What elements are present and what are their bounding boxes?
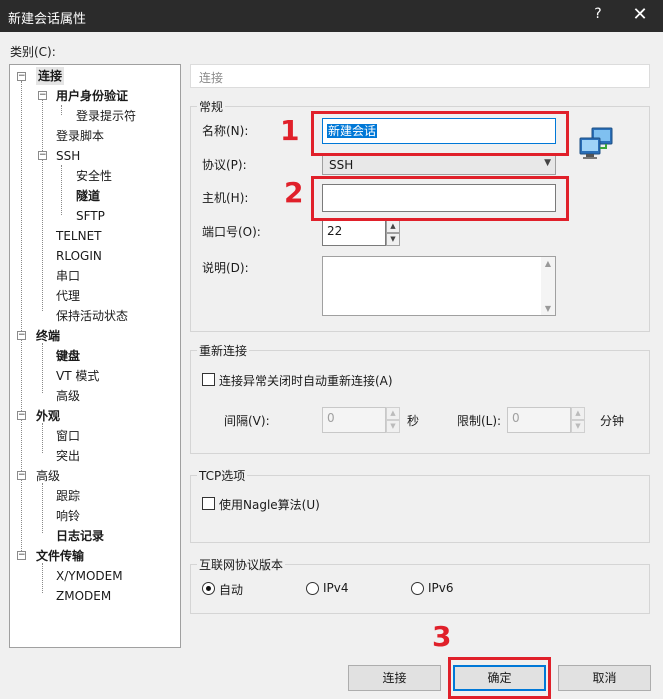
tree-item-ssh[interactable]: SSH: [56, 147, 80, 165]
tree-line: [42, 423, 43, 453]
tree-item-keepalive[interactable]: 保持活动状态: [56, 307, 128, 325]
close-icon[interactable]: ✕: [628, 4, 652, 25]
collapse-icon[interactable]: −: [38, 91, 47, 100]
scroll-down-icon[interactable]: ▼: [541, 304, 555, 313]
tree-item-appearance[interactable]: 外观: [36, 407, 60, 425]
spin-up-icon[interactable]: ▲: [386, 220, 400, 233]
reconnect-group: 重新连接: [190, 342, 650, 454]
radio-auto-label: 自动: [219, 583, 244, 597]
cancel-button[interactable]: 取消: [558, 665, 651, 691]
annotation-number-1: 1: [280, 114, 300, 147]
collapse-icon[interactable]: −: [17, 411, 26, 420]
limit-label: 限制(L):: [457, 414, 502, 428]
nagle-label: 使用Nagle算法(U): [219, 498, 320, 512]
tree-item-trace[interactable]: 跟踪: [56, 487, 80, 505]
tree-item-serial[interactable]: 串口: [56, 267, 80, 285]
description-field[interactable]: ▲ ▼: [322, 256, 556, 316]
tree-line: [61, 105, 62, 115]
annotation-box-3: [448, 657, 551, 699]
reconnect-group-title: 重新连接: [197, 342, 250, 359]
spin-up-icon[interactable]: ▲: [571, 407, 585, 420]
radio-ipv4-label: IPv4: [323, 581, 349, 595]
tree-item-file-transfer[interactable]: 文件传输: [36, 547, 84, 565]
tree-line: [42, 95, 43, 311]
auto-reconnect-checkbox[interactable]: [202, 373, 215, 386]
annotation-box-1: [311, 111, 569, 156]
tree-item-zmodem[interactable]: ZMODEM: [56, 587, 111, 605]
tree-item-terminal-advanced[interactable]: 高级: [56, 387, 80, 405]
section-header: 连接: [190, 64, 650, 88]
protocol-value: SSH: [329, 158, 354, 172]
title-bar: 新建会话属性 ? ✕: [0, 0, 663, 32]
spin-down-icon[interactable]: ▼: [571, 420, 585, 433]
protocol-select[interactable]: SSH ▼: [322, 155, 556, 175]
chevron-down-icon: ▼: [544, 158, 551, 168]
spin-down-icon[interactable]: ▼: [386, 233, 400, 246]
annotation-number-3: 3: [432, 620, 452, 653]
interval-label: 间隔(V):: [224, 414, 270, 428]
collapse-icon[interactable]: −: [17, 551, 26, 560]
general-group-title: 常规: [197, 98, 226, 115]
tree-item-window[interactable]: 窗口: [56, 427, 80, 445]
tree-item-security[interactable]: 安全性: [76, 167, 112, 185]
collapse-icon[interactable]: −: [38, 151, 47, 160]
tcp-group-title: TCP选项: [197, 467, 248, 484]
radio-auto[interactable]: [202, 582, 215, 595]
tree-item-tunnel[interactable]: 隧道: [76, 187, 100, 205]
auto-reconnect-label: 连接异常关闭时自动重新连接(A): [219, 374, 393, 388]
protocol-label: 协议(P):: [202, 158, 247, 172]
port-label: 端口号(O):: [202, 225, 261, 239]
description-label: 说明(D):: [202, 261, 249, 275]
port-field[interactable]: 22: [322, 220, 386, 246]
host-label: 主机(H):: [202, 191, 249, 205]
annotation-number-2: 2: [284, 176, 304, 209]
ip-version-group-title: 互联网协议版本: [197, 556, 286, 573]
annotation-box-2: [311, 176, 569, 221]
scroll-up-icon[interactable]: ▲: [541, 259, 555, 268]
tree-line: [61, 165, 62, 215]
computer-network-icon: [579, 127, 613, 159]
radio-ipv6[interactable]: [411, 582, 424, 595]
tree-item-logging[interactable]: 日志记录: [56, 527, 104, 545]
tree-item-bell[interactable]: 响铃: [56, 507, 80, 525]
tree-line: [42, 483, 43, 533]
category-tree[interactable]: − − − − − − − 连接 用户身份验证 登录提示符 登录脚本 SSH 安…: [9, 64, 181, 648]
tree-item-auth[interactable]: 用户身份验证: [56, 87, 128, 105]
tree-item-connection[interactable]: 连接: [36, 67, 65, 85]
radio-ipv4[interactable]: [306, 582, 319, 595]
limit-unit: 分钟: [600, 414, 625, 428]
spin-down-icon[interactable]: ▼: [386, 420, 400, 433]
limit-field[interactable]: 0: [507, 407, 571, 433]
tree-item-proxy[interactable]: 代理: [56, 287, 80, 305]
tree-line: [21, 81, 22, 557]
name-label: 名称(N):: [202, 124, 249, 138]
spin-up-icon[interactable]: ▲: [386, 407, 400, 420]
connect-button[interactable]: 连接: [348, 665, 441, 691]
scrollbar[interactable]: ▲ ▼: [541, 257, 555, 315]
tree-item-sftp[interactable]: SFTP: [76, 207, 105, 225]
collapse-icon[interactable]: −: [17, 72, 26, 81]
help-icon[interactable]: ?: [588, 6, 608, 22]
tree-item-telnet[interactable]: TELNET: [56, 227, 102, 245]
tree-item-highlight[interactable]: 突出: [56, 447, 80, 465]
tree-item-login-script[interactable]: 登录脚本: [56, 127, 104, 145]
tree-item-vt-mode[interactable]: VT 模式: [56, 367, 99, 385]
interval-unit: 秒: [407, 414, 420, 428]
tree-item-xymodem[interactable]: X/YMODEM: [56, 567, 123, 585]
window-title: 新建会话属性: [8, 12, 87, 27]
tree-item-login-prompt[interactable]: 登录提示符: [76, 107, 136, 125]
category-label: 类别(C):: [10, 45, 56, 59]
tree-item-rlogin[interactable]: RLOGIN: [56, 247, 102, 265]
tree-item-terminal[interactable]: 终端: [36, 327, 60, 345]
tree-item-keyboard[interactable]: 键盘: [56, 347, 80, 365]
tree-item-advanced[interactable]: 高级: [36, 467, 60, 485]
tree-line: [42, 343, 43, 393]
nagle-checkbox[interactable]: [202, 497, 215, 510]
radio-ipv6-label: IPv6: [428, 581, 454, 595]
collapse-icon[interactable]: −: [17, 331, 26, 340]
interval-field[interactable]: 0: [322, 407, 386, 433]
tree-line: [42, 563, 43, 593]
collapse-icon[interactable]: −: [17, 471, 26, 480]
